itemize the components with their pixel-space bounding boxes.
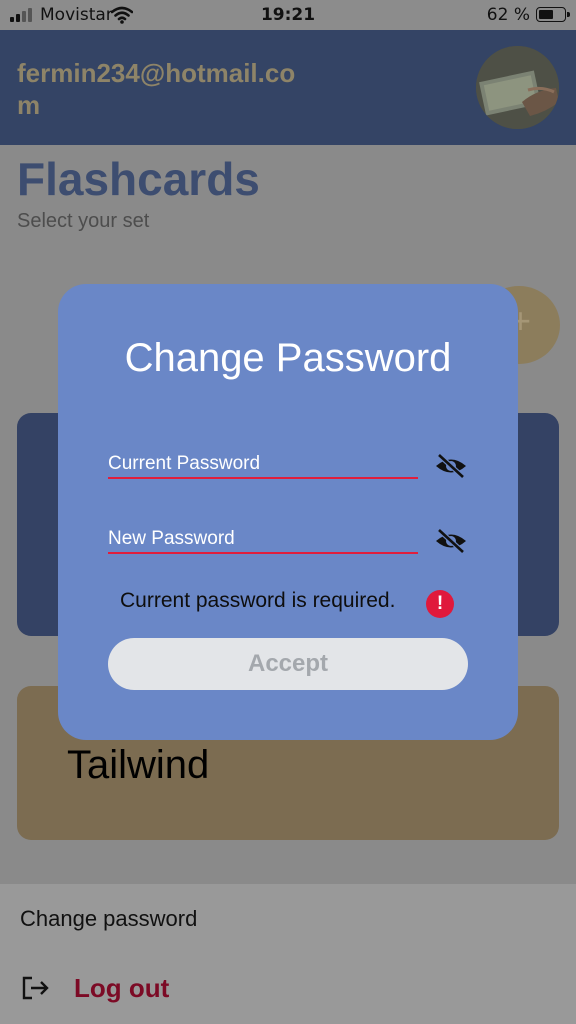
eye-off-icon[interactable] xyxy=(434,527,468,555)
dialog-title: Change Password xyxy=(124,336,452,380)
change-password-menu-item[interactable]: Change password xyxy=(20,906,197,932)
current-password-field xyxy=(108,445,418,479)
battery-icon xyxy=(536,7,570,22)
eye-off-icon[interactable] xyxy=(434,452,468,480)
status-bar: Movistar 19:21 62 % xyxy=(0,0,576,30)
logout-icon xyxy=(22,976,49,1000)
accept-button[interactable]: Accept xyxy=(108,638,468,690)
page-subtitle: Select your set xyxy=(17,210,150,232)
new-password-field xyxy=(108,520,418,554)
current-password-input[interactable] xyxy=(108,453,418,475)
logout-menu-item[interactable]: Log out xyxy=(20,970,169,1006)
new-password-input[interactable] xyxy=(108,528,418,550)
set-card-title: Tailwind xyxy=(67,743,210,787)
page-title: Flashcards xyxy=(17,153,260,205)
avatar-photo xyxy=(476,46,559,129)
user-email: fermin234@hotmail.com xyxy=(17,58,296,120)
change-password-dialog: Change Password Current password is requ… xyxy=(58,284,518,740)
app-header: fermin234@hotmail.com xyxy=(0,30,576,145)
battery-percentage: 62 % xyxy=(486,5,530,25)
avatar[interactable] xyxy=(476,46,559,129)
error-message: Current password is required. xyxy=(120,589,396,612)
exclamation-icon: ! xyxy=(426,590,454,618)
logout-label: Log out xyxy=(74,972,170,1003)
bottom-sheet: Change password Log out xyxy=(0,884,576,1024)
